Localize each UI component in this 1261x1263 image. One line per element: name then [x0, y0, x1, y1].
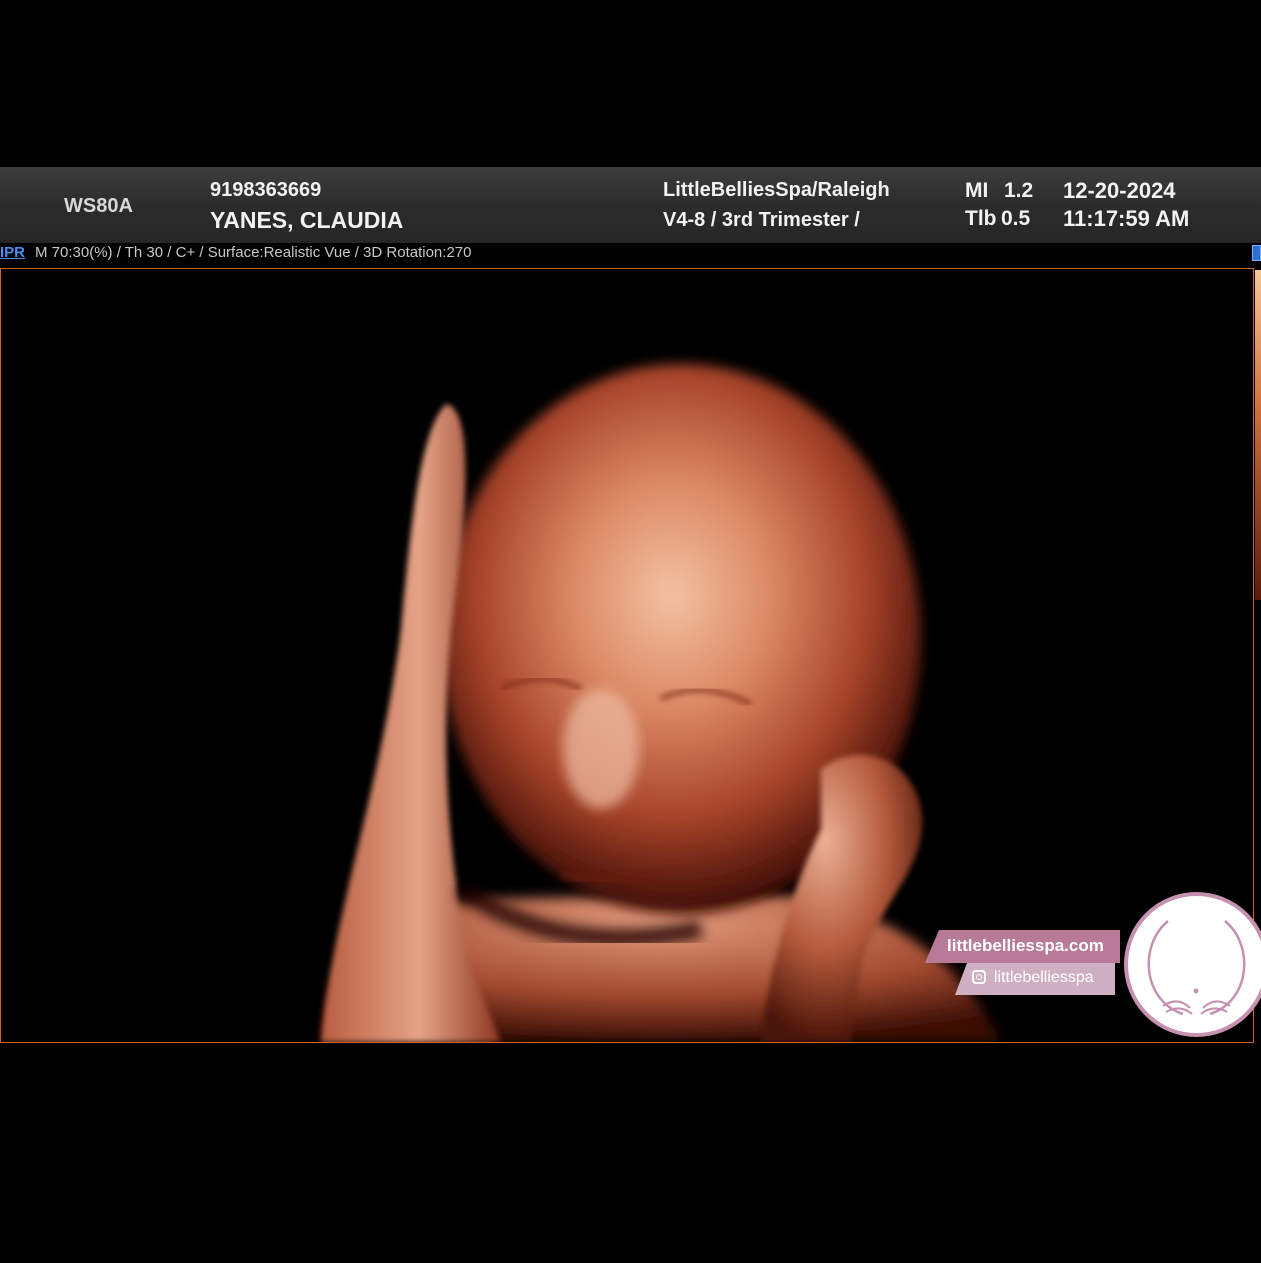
instagram-handle: littlebelliesspa: [994, 969, 1094, 986]
probe-preset: V4-8 / 3rd Trimester /: [663, 209, 860, 231]
tib-label: Tlb: [965, 207, 997, 230]
instagram-icon: [972, 970, 986, 984]
mi-value: 1.2: [1004, 179, 1034, 202]
website-text: littlebelliesspa.com: [947, 936, 1104, 955]
website-watermark: littlebelliesspa.com: [925, 930, 1120, 963]
brand-logo: [1124, 892, 1261, 1037]
exam-date: 12-20-2024: [1063, 178, 1176, 203]
panel-toggle-icon[interactable]: [1252, 245, 1261, 261]
render-params: M 70:30(%) / Th 30 / C+ / Surface:Realis…: [35, 244, 472, 261]
belly-logo-icon: [1147, 920, 1246, 1016]
imaging-params-row: IPR M 70:30(%) / Th 30 / C+ / Surface:Re…: [0, 243, 1261, 265]
mode-tag[interactable]: IPR: [0, 244, 25, 261]
patient-info-header: WS80A 9198363669 YANES, CLAUDIA LittleBe…: [0, 167, 1261, 243]
patient-name: YANES, CLAUDIA: [210, 207, 404, 233]
3d-render-viewport[interactable]: [0, 268, 1254, 1043]
mi-label: MI: [965, 179, 989, 202]
clinic-name: LittleBelliesSpa/Raleigh: [663, 179, 890, 201]
color-map-bar: [1255, 270, 1261, 600]
instagram-watermark: littlebelliesspa: [955, 963, 1115, 995]
patient-id: 9198363669: [210, 179, 322, 201]
tib-value: 0.5: [1001, 207, 1031, 230]
fetal-3d-render-image: [321, 364, 1001, 1042]
device-model: WS80A: [64, 195, 133, 217]
exam-time: 11:17:59 AM: [1063, 206, 1190, 231]
